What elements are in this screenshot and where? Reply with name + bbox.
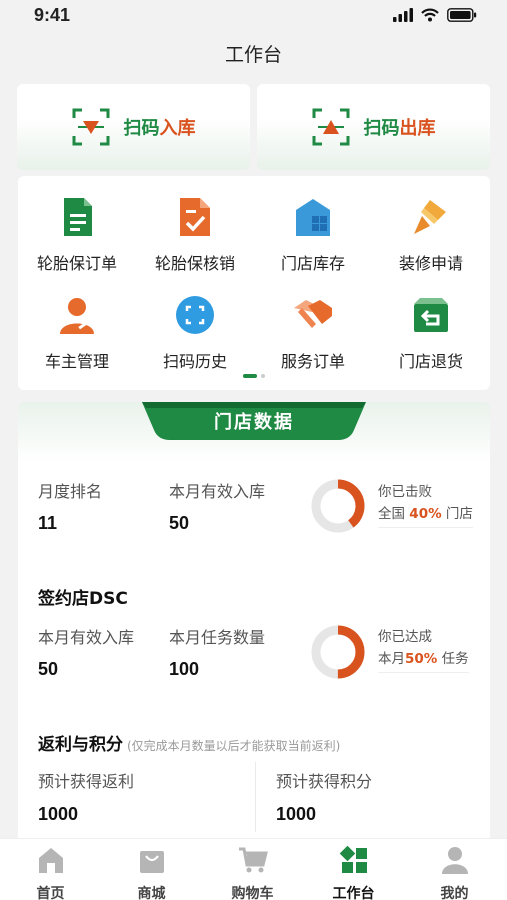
- beat-summary: 你已击败 全国 40% 门店: [378, 481, 473, 528]
- tab-workbench[interactable]: 工作台: [303, 845, 404, 900]
- monthly-rank-label: 月度排名: [38, 482, 103, 501]
- dsc-title: 签约店DSC: [38, 589, 128, 609]
- page-title: 工作台: [224, 44, 282, 66]
- function-menu: 轮胎保订单 轮胎保核销 门店库存 装修申请 车主管理 扫码历史 服务订单 门店退…: [18, 176, 490, 390]
- monthly-inbound-value: 50: [169, 513, 190, 533]
- profile-icon: [441, 847, 468, 874]
- tab-mall[interactable]: 商城: [101, 845, 202, 900]
- beat-ring-chart: [311, 479, 365, 533]
- scan-out-label: 扫码出库: [363, 118, 436, 139]
- wifi-icon: [421, 8, 439, 22]
- menu-tire-verify[interactable]: 轮胎保核销: [136, 196, 254, 274]
- reach-ring-chart: [311, 625, 365, 679]
- status-icons: [393, 8, 477, 22]
- store-data-header: 门店数据: [142, 402, 366, 442]
- battery-icon: [447, 8, 477, 22]
- scan-in-label: 扫码入库: [123, 118, 196, 139]
- dsc-inbound-value: 50: [38, 659, 59, 679]
- menu-store-inventory[interactable]: 门店库存: [254, 196, 372, 274]
- menu-scan-history[interactable]: 扫码历史: [136, 294, 254, 372]
- handshake-icon: [294, 300, 332, 328]
- page-indicator: [18, 374, 490, 378]
- scan-in-button[interactable]: 扫码入库: [17, 84, 250, 170]
- monthly-rank-value: 11: [38, 513, 58, 533]
- rebate-note: (仅完成本月数量以后才能获取当前返利): [127, 739, 341, 753]
- dsc-inbound-label: 本月有效入库: [38, 628, 135, 647]
- signal-icon: [393, 8, 413, 22]
- dsc-task-value: 100: [169, 659, 200, 679]
- tab-profile[interactable]: 我的: [404, 845, 505, 900]
- points-label: 预计获得积分: [276, 772, 373, 791]
- scan-in-icon: [72, 108, 109, 146]
- menu-owner-manage[interactable]: 车主管理: [18, 294, 136, 372]
- rebate-value: 1000: [38, 804, 79, 824]
- menu-decoration-request[interactable]: 装修申请: [372, 196, 490, 274]
- dsc-task-label: 本月任务数量: [169, 628, 266, 647]
- tab-cart[interactable]: 购物车: [202, 845, 303, 900]
- return-box-icon: [414, 298, 448, 332]
- menu-service-order[interactable]: 服务订单: [254, 294, 372, 372]
- menu-store-return[interactable]: 门店退货: [372, 294, 490, 372]
- scan-history-icon: [176, 296, 214, 334]
- home-icon: [38, 848, 63, 873]
- cart-icon: [238, 847, 268, 873]
- checklist-icon: [180, 198, 210, 236]
- rebate-label: 预计获得返利: [38, 772, 135, 791]
- monthly-inbound-label: 本月有效入库: [169, 482, 266, 501]
- document-icon: [64, 198, 92, 236]
- status-time: 9:41: [34, 5, 71, 25]
- menu-tire-order[interactable]: 轮胎保订单: [18, 196, 136, 274]
- rebate-title: 返利与积分 (仅完成本月数量以后才能获取当前返利): [38, 735, 341, 755]
- scan-out-icon: [312, 108, 349, 146]
- bottom-tab-bar: 首页 商城 购物车 工作台 我的: [0, 838, 507, 900]
- mall-bag-icon: [139, 851, 164, 873]
- user-manage-icon: [60, 298, 94, 334]
- status-bar: 9:41: [0, 0, 507, 32]
- workbench-grid-icon: [339, 845, 367, 873]
- reach-summary: 你已达成 本月50% 任务: [378, 626, 469, 673]
- divider: [255, 762, 256, 832]
- tab-home[interactable]: 首页: [0, 845, 101, 900]
- paint-brush-icon: [414, 200, 446, 234]
- points-value: 1000: [276, 804, 317, 824]
- store-inventory-icon: [296, 199, 330, 236]
- store-data-card: 门店数据 月度排名 11 本月有效入库 50 你已击败 全国 40% 门店 签约…: [18, 402, 490, 842]
- scan-out-button[interactable]: 扫码出库: [257, 84, 490, 170]
